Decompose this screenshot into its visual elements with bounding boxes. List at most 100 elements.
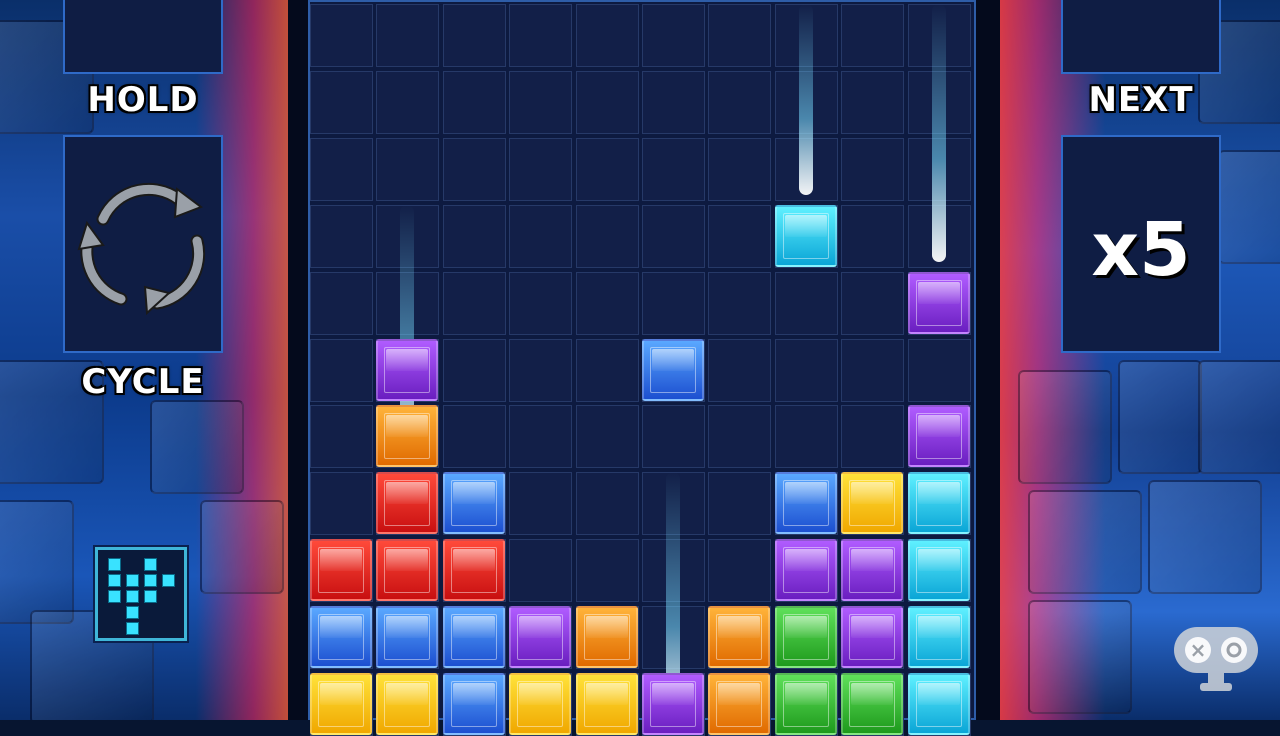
wall-tile [150,400,244,494]
minimap-tetromino-icon[interactable] [95,547,187,641]
next-counter-value: x5 [1091,207,1191,293]
board-cell [708,4,772,67]
block-red [376,539,439,602]
board-cell [642,137,705,201]
board-cell [642,271,705,335]
board-cell [509,338,573,402]
board-cell [708,405,772,469]
hold-slot-panel[interactable] [63,0,223,74]
svg-text:×: × [1190,638,1207,662]
block-purple [841,539,904,602]
board-cell [708,204,772,268]
block-purple [774,539,837,602]
board-cell [774,405,838,469]
board-cell [376,4,440,67]
board-cell [708,539,772,603]
board-cell [642,4,705,67]
block-purple [376,338,439,401]
block-blue [642,338,704,401]
board-cell [774,271,838,335]
block-blue [774,472,837,535]
block-cyan [774,204,837,267]
wall-tile [1148,480,1262,594]
block-yellow [841,472,904,535]
board-cell [442,405,506,469]
board-cell [841,338,905,402]
board-cell [310,271,373,335]
board-cell [642,405,705,469]
board-cell [509,204,573,268]
board-cell [708,271,772,335]
block-orange [708,673,771,735]
board-cell [575,204,639,268]
cycle-arrows-icon [77,182,206,316]
board-cell [310,405,373,469]
board-cell [774,338,838,402]
block-blue [310,606,372,669]
next-label: NEXT [1088,80,1194,120]
board-cell [310,472,373,536]
board-cell [575,405,639,469]
next-counter-panel: x5 [1061,135,1221,353]
board-cell [442,271,506,335]
block-cyan [907,606,970,669]
board-cell [575,539,639,603]
board-cell [841,70,905,134]
block-purple [907,271,970,334]
board-cell [310,137,373,201]
block-purple [841,606,904,669]
board-cell [642,204,705,268]
block-green [774,606,837,669]
board-cell [442,338,506,402]
game-board[interactable] [308,0,976,736]
board-cell [841,271,905,335]
board-cell [841,137,905,201]
block-cyan [907,673,970,735]
board-cell [708,70,772,134]
board-cell [575,70,639,134]
block-blue [442,673,505,735]
board-cell [907,338,971,402]
wall-tile [1028,490,1142,594]
block-red [376,472,439,535]
board-cell [575,271,639,335]
cycle-button[interactable] [63,135,223,353]
wall-tile [1198,360,1280,474]
board-cell [708,137,772,201]
block-orange [575,606,638,669]
board-cell [841,204,905,268]
board-cell [310,70,373,134]
block-yellow [509,673,572,735]
block-cyan [907,472,970,535]
block-orange [376,405,439,468]
board-cell [442,70,506,134]
board-cell [509,4,573,67]
block-yellow [575,673,638,735]
board-cell [575,472,639,536]
board-cell [708,338,772,402]
block-purple [509,606,572,669]
board-cell [509,70,573,134]
wall-tile [200,500,284,594]
board-cell [509,539,573,603]
block-green [841,673,904,735]
block-green [774,673,837,735]
board-cell [310,338,373,402]
board-cell [841,405,905,469]
board-cell [575,4,639,67]
sparkle-trail [931,4,946,262]
wall-tile [1018,370,1112,484]
board-cell [575,137,639,201]
block-purple [907,405,970,468]
wall-tile [1218,150,1280,264]
block-blue [442,472,505,535]
wall-tile [1028,600,1132,714]
next-preview-panel [1061,0,1221,74]
board-cell [310,4,373,67]
board-cell [376,70,440,134]
block-orange [708,606,771,669]
block-yellow [376,673,439,735]
sparkle-trail [798,4,813,195]
block-blue [442,606,505,669]
wall-tile [1118,360,1202,474]
